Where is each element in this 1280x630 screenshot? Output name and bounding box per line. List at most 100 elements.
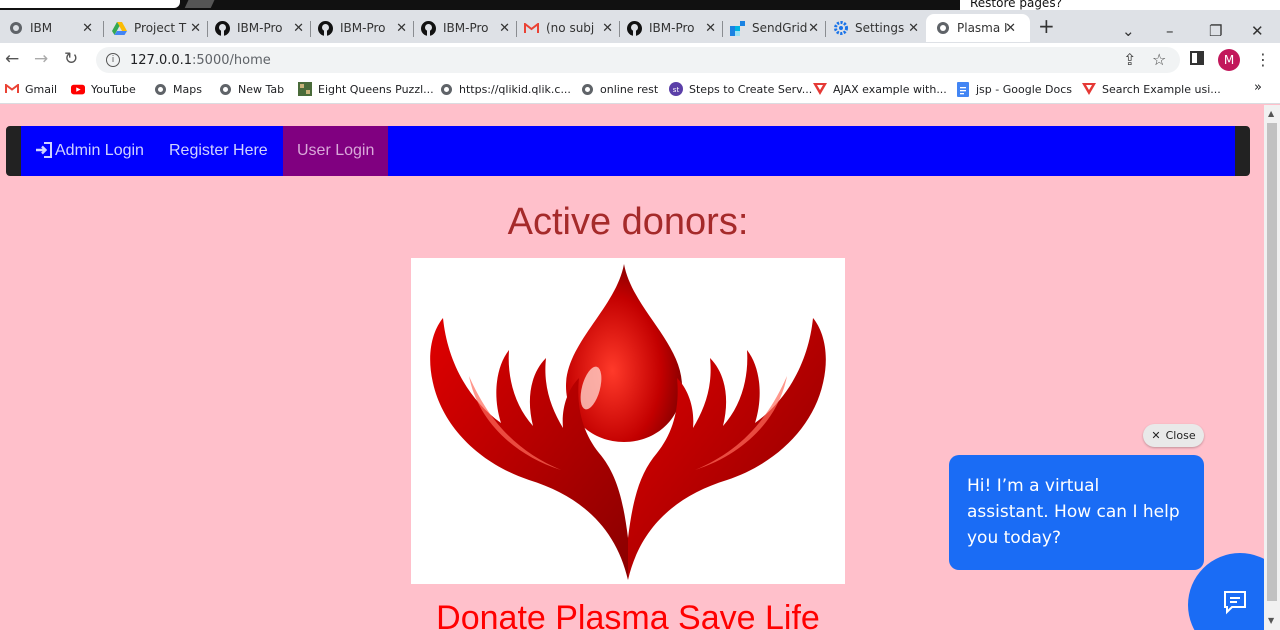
bookmark-ajax[interactable]: AJAX example with... bbox=[813, 82, 947, 96]
bookmark-label: Gmail bbox=[25, 82, 58, 96]
bookmark-label: Maps bbox=[173, 82, 202, 96]
v-icon bbox=[1082, 82, 1096, 96]
close-icon[interactable]: ✕ bbox=[808, 21, 819, 36]
close-icon[interactable]: ✕ bbox=[190, 21, 201, 36]
tab-separator bbox=[413, 21, 414, 37]
tab-separator bbox=[310, 21, 311, 37]
bookmark-youtube[interactable]: YouTube bbox=[71, 82, 136, 96]
menu-kebab-icon[interactable]: ⋮ bbox=[1255, 50, 1271, 69]
nav-admin-login[interactable]: Admin Login bbox=[21, 126, 158, 176]
bookmarks-overflow-icon[interactable]: » bbox=[1254, 80, 1262, 95]
bookmark-qlik[interactable]: https://qlikid.qlik.c... bbox=[439, 82, 571, 96]
reload-icon[interactable]: ↻ bbox=[64, 49, 78, 69]
bookmark-star-icon[interactable]: ☆ bbox=[1152, 50, 1166, 69]
tab-search-chevron-icon[interactable]: ⌄ bbox=[1122, 22, 1135, 40]
navbar-inner: Admin Login Register Here User Login bbox=[21, 126, 1235, 176]
tab-3[interactable]: IBM-Pro ✕ bbox=[215, 14, 311, 42]
tab-label: Plasma I bbox=[957, 21, 1008, 35]
scroll-down-icon[interactable]: ▼ bbox=[1268, 616, 1274, 625]
profile-initial: M bbox=[1223, 53, 1235, 67]
profile-avatar[interactable]: M bbox=[1218, 49, 1240, 71]
tab-label: IBM-Pro bbox=[443, 21, 489, 35]
page-scrollbar[interactable]: ▲ ▼ bbox=[1264, 105, 1280, 630]
bookmark-label: Search Example usi... bbox=[1102, 82, 1221, 96]
restore-icon[interactable]: ❐ bbox=[1209, 22, 1222, 40]
bookmark-maps[interactable]: Maps bbox=[153, 82, 202, 96]
globe-icon bbox=[218, 82, 232, 96]
tab-label: SendGrid bbox=[752, 21, 808, 35]
scrollbar-thumb[interactable] bbox=[1267, 123, 1277, 601]
new-tab-plus-icon[interactable]: + bbox=[1038, 14, 1055, 38]
bookmark-label: YouTube bbox=[91, 82, 136, 96]
nav-register-label: Register Here bbox=[169, 142, 268, 159]
assistant-message-bubble[interactable]: Hi! I’m a virtual assistant. How can I h… bbox=[949, 455, 1204, 570]
tab-5[interactable]: IBM-Pro ✕ bbox=[421, 14, 517, 42]
minimize-icon[interactable]: – bbox=[1166, 22, 1174, 40]
docs-icon bbox=[956, 81, 970, 97]
bookmark-label: AJAX example with... bbox=[833, 82, 947, 96]
bookmark-label: online rest bbox=[600, 82, 659, 96]
bookmark-online-rest[interactable]: online rest bbox=[580, 82, 658, 96]
tab-8[interactable]: SendGrid ✕ bbox=[730, 14, 826, 42]
mini-tab bbox=[0, 0, 180, 8]
github-icon bbox=[318, 20, 333, 36]
tab-6[interactable]: (no subj ✕ bbox=[524, 14, 620, 42]
assistant-close-button[interactable]: ✕ Close bbox=[1143, 424, 1204, 447]
tab-separator bbox=[825, 21, 826, 37]
bookmark-gmail[interactable]: Gmail bbox=[5, 82, 57, 96]
bookmark-eight-queens[interactable]: Eight Queens Puzzl... bbox=[298, 82, 434, 96]
close-icon[interactable]: ✕ bbox=[293, 21, 304, 36]
tab-1[interactable]: IBM ✕ bbox=[8, 14, 104, 42]
tab-4[interactable]: IBM-Pro ✕ bbox=[318, 14, 414, 42]
forward-arrow-icon[interactable]: → bbox=[34, 49, 48, 69]
bookmark-label: New Tab bbox=[238, 82, 285, 96]
close-icon: ✕ bbox=[1151, 429, 1161, 442]
tab-2[interactable]: Project T ✕ bbox=[112, 14, 208, 42]
close-icon[interactable]: ✕ bbox=[908, 21, 919, 36]
bookmark-label: Steps to Create Serv... bbox=[689, 82, 813, 96]
gmail-icon bbox=[524, 21, 539, 36]
restore-text: Restore pages? bbox=[970, 0, 1062, 10]
bookmark-label: https://qlikid.qlik.c... bbox=[459, 82, 571, 96]
side-panel-icon[interactable] bbox=[1190, 50, 1204, 69]
address-bar[interactable]: i 127.0.0.1:5000/home bbox=[96, 47, 1180, 73]
nav-user-login[interactable]: User Login bbox=[283, 126, 389, 176]
tab-9[interactable]: Settings ✕ bbox=[833, 14, 925, 42]
sendgrid-icon bbox=[730, 20, 745, 36]
share-icon[interactable]: ⇪ bbox=[1123, 50, 1136, 69]
gmail-icon bbox=[5, 82, 19, 96]
window-close-icon[interactable]: ✕ bbox=[1251, 22, 1264, 40]
close-icon[interactable]: ✕ bbox=[82, 21, 93, 36]
sign-in-icon bbox=[36, 142, 52, 158]
tab-separator bbox=[722, 21, 723, 37]
nav-register[interactable]: Register Here bbox=[155, 126, 282, 176]
bookmark-search-example[interactable]: Search Example usi... bbox=[1082, 82, 1221, 96]
bookmark-label: jsp - Google Docs bbox=[976, 82, 1072, 96]
tab-separator bbox=[516, 21, 517, 37]
nav-user-login-label: User Login bbox=[297, 142, 375, 159]
site-info-icon[interactable]: i bbox=[106, 53, 120, 67]
bookmark-new-tab[interactable]: New Tab bbox=[218, 82, 284, 96]
tab-7[interactable]: IBM-Pro ✕ bbox=[627, 14, 723, 42]
v-icon bbox=[813, 82, 827, 96]
tab-label: Settings bbox=[855, 21, 905, 35]
bookmark-jsp-docs[interactable]: jsp - Google Docs bbox=[956, 81, 1072, 97]
back-arrow-icon[interactable]: ← bbox=[5, 49, 19, 69]
chat-icon bbox=[1224, 591, 1246, 615]
page-content: Admin Login Register Here User Login Act… bbox=[0, 105, 1264, 630]
close-icon[interactable]: ✕ bbox=[396, 21, 407, 36]
close-icon[interactable]: ✕ bbox=[1005, 21, 1016, 36]
donate-plasma-logo-image bbox=[411, 258, 845, 584]
close-icon[interactable]: ✕ bbox=[499, 21, 510, 36]
close-icon[interactable]: ✕ bbox=[602, 21, 613, 36]
donate-tagline: Donate Plasma Save Life bbox=[436, 599, 820, 630]
close-icon[interactable]: ✕ bbox=[705, 21, 716, 36]
tab-separator bbox=[619, 21, 620, 37]
scroll-up-icon[interactable]: ▲ bbox=[1268, 109, 1274, 118]
image-icon bbox=[298, 82, 312, 96]
bookmark-steps[interactable]: st Steps to Create Serv... bbox=[669, 82, 812, 96]
globe-icon bbox=[580, 82, 594, 96]
bookmarks-bar: Gmail YouTube Maps New Tab Eight Queens … bbox=[0, 76, 1280, 104]
tab-10-active[interactable]: Plasma I ✕ bbox=[926, 14, 1030, 42]
github-icon bbox=[421, 20, 436, 36]
